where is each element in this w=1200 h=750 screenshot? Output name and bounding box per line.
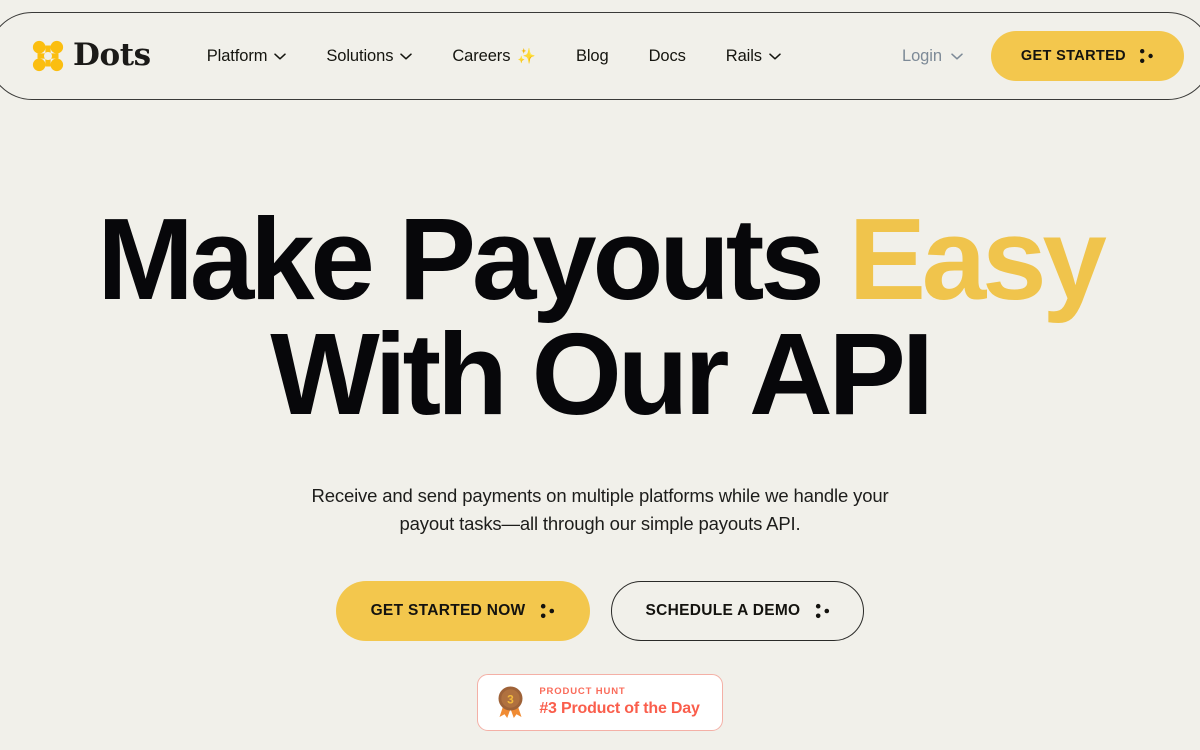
chevron-down-icon xyxy=(769,52,781,60)
page-title: Make Payouts Easy With Our API xyxy=(97,201,1107,432)
chevron-down-icon xyxy=(274,52,287,60)
header-content: Dots Platform Solutions Careers ✨ Blog D… xyxy=(0,12,1200,100)
product-hunt-kicker: PRODUCT HUNT xyxy=(539,686,626,698)
site-header: Dots Platform Solutions Careers ✨ Blog D… xyxy=(0,12,1200,100)
nav-label-rails: Rails xyxy=(725,46,762,65)
main-nav: Platform Solutions Careers ✨ Blog Docs R… xyxy=(187,37,801,76)
nav-label-blog: Blog xyxy=(575,46,609,65)
product-hunt-badge[interactable]: 3 PRODUCT HUNT #3 Product of the Day xyxy=(477,674,723,731)
nav-label-careers: Careers xyxy=(452,46,511,65)
nav-label-solutions: Solutions xyxy=(326,46,394,65)
login-label: Login xyxy=(902,46,942,65)
get-started-label: GET STARTED xyxy=(1020,48,1126,64)
get-started-button[interactable]: GET STARTED xyxy=(990,31,1184,81)
product-hunt-title: #3 Product of the Day xyxy=(539,699,700,717)
brand-logo-link[interactable]: Dots xyxy=(32,36,151,73)
four-dots-cross-icon xyxy=(32,40,64,72)
nav-item-solutions[interactable]: Solutions xyxy=(306,37,432,76)
nav-label-platform: Platform xyxy=(206,46,268,65)
sparkles-icon: ✨ xyxy=(517,47,536,65)
get-started-now-button[interactable]: GET STARTED NOW xyxy=(335,581,591,641)
headline-line1-plain: Make Payouts xyxy=(97,194,849,324)
schedule-demo-button[interactable]: SCHEDULE A DEMO xyxy=(611,581,865,641)
get-started-now-label: GET STARTED NOW xyxy=(370,602,526,619)
brand-name: Dots xyxy=(73,36,151,73)
product-hunt-text: PRODUCT HUNT #3 Product of the Day xyxy=(539,687,699,717)
chevron-down-icon xyxy=(400,52,413,60)
nav-item-docs[interactable]: Docs xyxy=(629,37,706,76)
hero-section: Make Payouts Easy With Our API Receive a… xyxy=(0,110,1200,750)
nav-item-blog[interactable]: Blog xyxy=(556,37,629,76)
nav-item-careers[interactable]: Careers ✨ xyxy=(432,37,556,76)
headline-line2: With Our API xyxy=(270,308,934,439)
hero-cta-row: GET STARTED NOW SCHEDULE A DEMO xyxy=(335,581,865,641)
headline-line1-accent: Easy xyxy=(848,194,1107,324)
three-dots-icon xyxy=(816,603,830,619)
nav-label-docs: Docs xyxy=(648,46,686,65)
nav-item-platform[interactable]: Platform xyxy=(187,37,307,76)
nav-item-rails[interactable]: Rails xyxy=(706,37,801,76)
login-menu[interactable]: Login xyxy=(896,37,969,76)
schedule-demo-label: SCHEDULE A DEMO xyxy=(645,602,801,619)
three-dots-icon xyxy=(1140,49,1153,63)
chevron-down-icon xyxy=(951,52,963,60)
svg-text:3: 3 xyxy=(508,693,515,707)
product-hunt-medal-icon: 3 xyxy=(498,686,523,718)
three-dots-icon xyxy=(541,603,555,619)
hero-subheadline: Receive and send payments on multiple pl… xyxy=(311,484,889,535)
